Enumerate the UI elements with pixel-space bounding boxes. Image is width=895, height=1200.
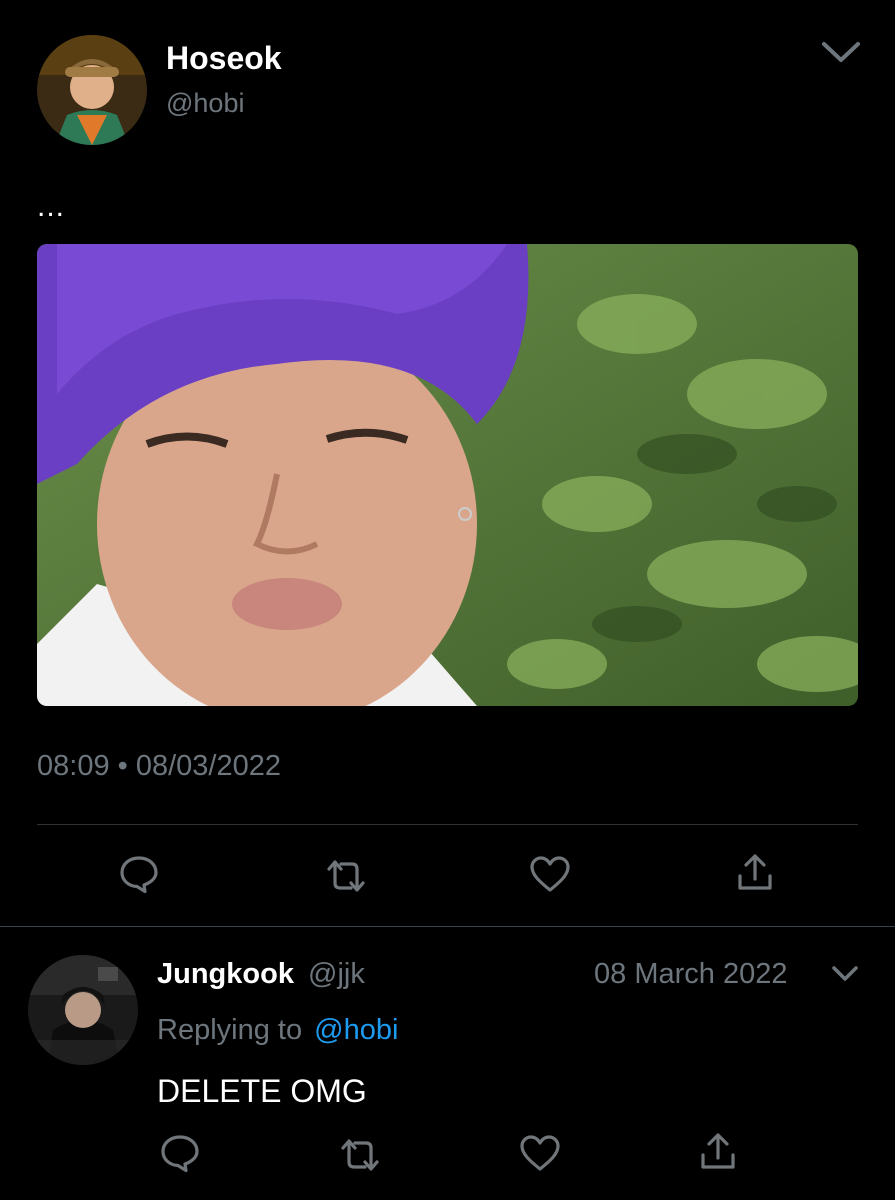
divider bbox=[37, 824, 858, 825]
tweet-text: ... bbox=[37, 190, 66, 223]
reply-icon[interactable] bbox=[118, 853, 160, 895]
share-icon[interactable] bbox=[698, 1131, 738, 1173]
chevron-down-icon[interactable] bbox=[830, 962, 860, 986]
divider bbox=[0, 926, 895, 927]
replying-to-label: Replying to bbox=[157, 1014, 303, 1046]
like-icon[interactable] bbox=[528, 854, 572, 894]
share-icon[interactable] bbox=[735, 852, 775, 894]
chevron-down-icon[interactable] bbox=[820, 38, 862, 68]
reply-author-handle[interactable]: @jjk bbox=[308, 958, 365, 990]
reply-date[interactable]: 08 March 2022 bbox=[594, 958, 787, 991]
retweet-icon[interactable] bbox=[323, 855, 369, 897]
reply-author-avatar[interactable] bbox=[28, 955, 138, 1065]
replying-to-handle[interactable]: @hobi bbox=[314, 1014, 398, 1046]
tweet-timestamp[interactable]: 08:09 • 08/03/2022 bbox=[37, 750, 281, 783]
author-handle[interactable]: @hobi bbox=[166, 88, 244, 119]
author-name[interactable]: Hoseok bbox=[166, 40, 282, 77]
like-icon[interactable] bbox=[518, 1133, 562, 1173]
reply-author-name[interactable]: Jungkook bbox=[157, 958, 294, 990]
reply-icon[interactable] bbox=[159, 1132, 201, 1174]
retweet-icon[interactable] bbox=[337, 1134, 383, 1176]
author-avatar[interactable] bbox=[37, 35, 147, 145]
tweet-media-image[interactable] bbox=[37, 244, 858, 706]
reply-text: DELETE OMG bbox=[157, 1073, 367, 1109]
